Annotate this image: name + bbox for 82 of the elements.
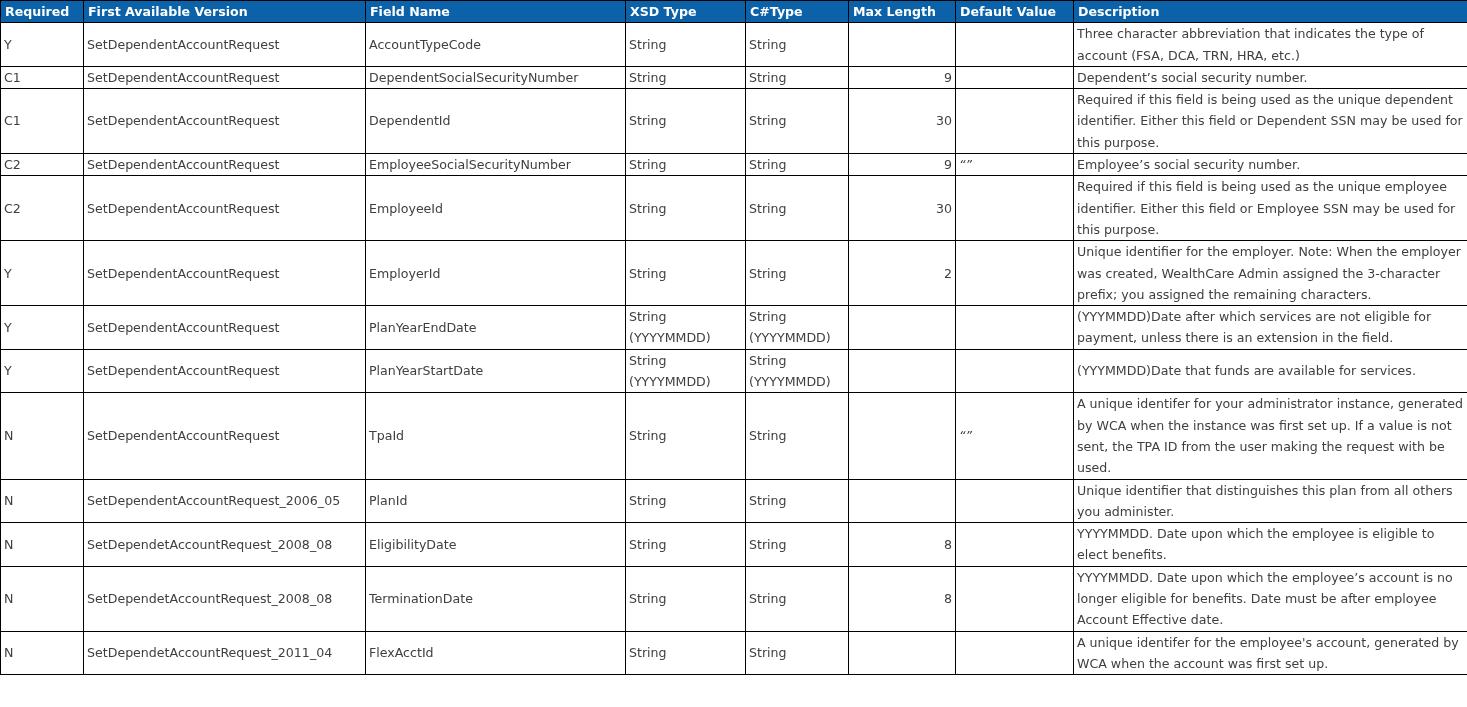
table-cell: String	[625, 240, 746, 306]
table-cell: AccountTypeCode	[365, 22, 626, 67]
table-cell: DependentSocialSecurityNumber	[365, 66, 626, 89]
table-cell: Y	[0, 22, 84, 67]
table-cell: DependentId	[365, 88, 626, 154]
table-cell: PlanYearEndDate	[365, 305, 626, 350]
table-cell: String	[745, 175, 849, 241]
table-cell: SetDependentAccountRequest	[83, 153, 366, 176]
table-cell: 30	[848, 88, 956, 154]
table-cell: String	[625, 522, 746, 567]
table-cell: SetDependentAccountRequest	[83, 349, 366, 393]
table-cell: String	[745, 22, 849, 67]
column-header: Field Name	[365, 0, 626, 23]
table-cell: SetDependetAccountRequest_2008_08	[83, 522, 366, 567]
column-header: Default Value	[955, 0, 1074, 23]
column-header: C#Type	[745, 0, 849, 23]
table-cell: N	[0, 566, 84, 632]
table-cell: EligibilityDate	[365, 522, 626, 567]
table-cell: String	[625, 153, 746, 176]
table-cell: 8	[848, 522, 956, 567]
table-cell: N	[0, 392, 84, 480]
table-cell: C2	[0, 153, 84, 176]
table-cell: String	[625, 479, 746, 523]
table-cell: String	[745, 88, 849, 154]
table-cell: String	[625, 631, 746, 675]
table-cell: TerminationDate	[365, 566, 626, 632]
table-cell: N	[0, 479, 84, 523]
table-cell: Y	[0, 305, 84, 350]
table-cell: PlanYearStartDate	[365, 349, 626, 393]
table-cell: “”	[955, 392, 1074, 480]
table-cell: String	[745, 66, 849, 89]
table-cell: 8	[848, 566, 956, 632]
table-cell: String	[625, 88, 746, 154]
table-cell: 9	[848, 66, 956, 89]
table-cell: String	[745, 392, 849, 480]
table-cell: SetDependentAccountRequest	[83, 175, 366, 241]
table-cell: String	[625, 392, 746, 480]
table-cell: C1	[0, 88, 84, 154]
column-header: Description	[1073, 0, 1467, 23]
table-cell: TpaId	[365, 392, 626, 480]
table-cell: SetDependentAccountRequest	[83, 66, 366, 89]
table-cell: Y	[0, 349, 84, 393]
column-header: First Available Version	[83, 0, 366, 23]
table-cell: String	[745, 153, 849, 176]
table-cell: SetDependentAccountRequest	[83, 240, 366, 306]
table-cell: 9	[848, 153, 956, 176]
table-cell: String (YYYYMMDD)	[745, 305, 849, 350]
table-cell: String	[625, 175, 746, 241]
table-cell: String	[625, 22, 746, 67]
table-cell: N	[0, 631, 84, 675]
table-cell: Y	[0, 240, 84, 306]
column-header: Max Length	[848, 0, 956, 23]
table-cell: C1	[0, 66, 84, 89]
table-cell: FlexAcctId	[365, 631, 626, 675]
table-cell: String	[745, 479, 849, 523]
table-cell: SetDependentAccountRequest	[83, 305, 366, 350]
table-cell: SetDependetAccountRequest_2011_04	[83, 631, 366, 675]
table-cell: N	[0, 522, 84, 567]
table-cell: String	[745, 631, 849, 675]
table-cell: String (YYYYMMDD)	[745, 349, 849, 393]
column-header: XSD Type	[625, 0, 746, 23]
table-cell: String (YYYYMMDD)	[625, 349, 746, 393]
table-cell: SetDependentAccountRequest	[83, 392, 366, 480]
table-cell: String	[745, 240, 849, 306]
table-cell: SetDependentAccountRequest	[83, 88, 366, 154]
table-cell: SetDependetAccountRequest_2008_08	[83, 566, 366, 632]
table-cell: PlanId	[365, 479, 626, 523]
table-cell: C2	[0, 175, 84, 241]
table-cell: String (YYYYMMDD)	[625, 305, 746, 350]
table-cell: EmployeeId	[365, 175, 626, 241]
table-cell: String	[625, 566, 746, 632]
table-cell: SetDependentAccountRequest_2006_05	[83, 479, 366, 523]
table-cell: String	[745, 522, 849, 567]
table-cell: EmployeeSocialSecurityNumber	[365, 153, 626, 176]
table-cell: EmployerId	[365, 240, 626, 306]
table-cell: 30	[848, 175, 956, 241]
table-cell: “”	[955, 153, 1074, 176]
table-cell: SetDependentAccountRequest	[83, 22, 366, 67]
table-cell: 2	[848, 240, 956, 306]
table-cell: String	[625, 66, 746, 89]
column-header: Required	[0, 0, 84, 23]
table-cell: String	[745, 566, 849, 632]
